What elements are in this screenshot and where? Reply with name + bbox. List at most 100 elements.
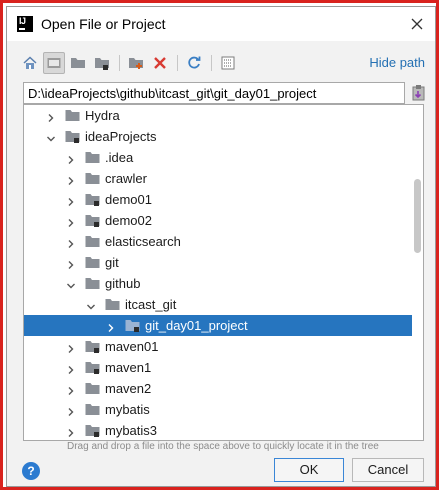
tree-item-label: github <box>105 276 141 291</box>
path-history-button[interactable] <box>411 84 427 102</box>
tree-item-label: maven2 <box>105 381 152 396</box>
tree-row[interactable]: maven01 <box>24 336 413 357</box>
desktop-button[interactable] <box>43 52 65 74</box>
folder-icon <box>85 172 100 185</box>
module-folder-icon <box>85 193 100 206</box>
chevron-right-icon[interactable] <box>66 363 76 374</box>
chevron-right-icon[interactable] <box>66 426 76 437</box>
tree-item-label: mybatis3 <box>105 423 158 438</box>
folder-icon <box>85 403 100 416</box>
folder-icon <box>85 382 100 395</box>
folder-icon <box>85 277 100 290</box>
chevron-right-icon[interactable] <box>46 111 56 122</box>
tree-item-label: demo01 <box>105 192 152 207</box>
app-icon-text: IJ <box>19 16 26 26</box>
tree-row[interactable]: git_day01_project <box>24 315 413 336</box>
tree-row[interactable]: git <box>24 252 413 273</box>
folder-icon <box>105 298 120 311</box>
tree-item-label: ideaProjects <box>85 129 157 144</box>
chevron-down-icon[interactable] <box>66 279 76 289</box>
hide-path-link[interactable]: Hide path <box>369 55 425 70</box>
cancel-button[interactable]: Cancel <box>352 458 424 482</box>
drag-drop-hint: Drag and drop a file into the space abov… <box>67 441 379 452</box>
project-folder-button[interactable] <box>67 52 89 74</box>
tree-row[interactable]: ideaProjects <box>24 126 413 147</box>
module-folder-button[interactable] <box>91 52 113 74</box>
home-icon <box>23 56 37 69</box>
tree-row[interactable]: itcast_git <box>24 294 413 315</box>
module-folder-icon <box>85 214 100 227</box>
toolbar: Hide path <box>19 52 425 74</box>
dialog-title: Open File or Project <box>41 16 166 32</box>
module-folder-icon <box>65 130 80 143</box>
screenshot-frame: IJ Open File or Project Hide path D:\ide… <box>0 0 439 490</box>
chevron-down-icon[interactable] <box>46 132 56 142</box>
tree-item-label: itcast_git <box>125 297 177 312</box>
module-folder-icon <box>95 58 109 70</box>
tree-row[interactable]: crawler <box>24 168 413 189</box>
delete-button[interactable] <box>149 52 171 74</box>
chevron-right-icon[interactable] <box>66 195 76 206</box>
scroll-thumb[interactable] <box>414 179 421 253</box>
ok-button[interactable]: OK <box>274 458 344 482</box>
chevron-right-icon[interactable] <box>66 174 76 185</box>
desktop-icon <box>47 58 61 68</box>
tree-item-label: git_day01_project <box>145 318 248 333</box>
tree-row[interactable]: elasticsearch <box>24 231 413 252</box>
show-hidden-button[interactable] <box>217 52 239 74</box>
folder-icon <box>85 151 100 164</box>
tree-row[interactable]: maven2 <box>24 378 413 399</box>
tree-row[interactable]: maven1 <box>24 357 413 378</box>
path-row <box>23 82 427 104</box>
tree-row[interactable]: Hydra <box>24 105 413 126</box>
tree-row[interactable]: .idea <box>24 147 413 168</box>
tree-row[interactable]: demo02 <box>24 210 413 231</box>
chevron-right-icon[interactable] <box>66 384 76 395</box>
open-file-dialog: IJ Open File or Project Hide path D:\ide… <box>6 6 436 487</box>
module-folder-icon <box>125 319 140 332</box>
tree-row[interactable]: mybatis <box>24 399 413 420</box>
tree-item-label: Hydra <box>85 108 120 123</box>
folder-icon <box>85 256 100 269</box>
close-button[interactable] <box>405 12 429 36</box>
refresh-icon <box>188 56 201 69</box>
close-icon <box>411 18 423 30</box>
tree-row[interactable]: mybatis3 <box>24 420 413 440</box>
new-folder-icon <box>129 58 143 69</box>
tree-item-label: demo02 <box>105 213 152 228</box>
tree-item-label: maven1 <box>105 360 152 375</box>
chevron-right-icon[interactable] <box>66 258 76 269</box>
chevron-right-icon[interactable] <box>66 216 76 227</box>
module-folder-icon <box>85 361 100 374</box>
module-folder-icon <box>85 424 100 437</box>
intellij-app-icon: IJ <box>17 16 33 32</box>
home-button[interactable] <box>19 52 41 74</box>
show-hidden-icon <box>221 56 235 70</box>
new-folder-button[interactable] <box>125 52 147 74</box>
module-folder-icon <box>85 340 100 353</box>
tree-item-label: git <box>105 255 119 270</box>
chevron-down-icon[interactable] <box>86 300 96 310</box>
tree-item-label: elasticsearch <box>105 234 181 249</box>
title-bar: IJ Open File or Project <box>7 7 435 41</box>
help-button[interactable]: ? <box>22 462 40 480</box>
chevron-right-icon[interactable] <box>66 153 76 164</box>
tree-scrollbar[interactable] <box>412 105 423 440</box>
chevron-right-icon[interactable] <box>66 342 76 353</box>
path-input[interactable] <box>23 82 405 104</box>
tree-row[interactable]: demo01 <box>24 189 413 210</box>
chevron-right-icon[interactable] <box>66 405 76 416</box>
refresh-button[interactable] <box>183 52 205 74</box>
delete-icon <box>154 57 166 69</box>
folder-icon <box>65 109 80 122</box>
project-folder-icon <box>71 58 85 68</box>
tree-item-label: maven01 <box>105 339 159 354</box>
clipboard-icon <box>412 85 425 101</box>
chevron-right-icon[interactable] <box>106 321 116 332</box>
tree-item-label: mybatis <box>105 402 150 417</box>
tree-row[interactable]: github <box>24 273 413 294</box>
file-tree[interactable]: mybatis3 mybatis maven2 maven1 maven01 git_da… <box>23 104 424 441</box>
chevron-right-icon[interactable] <box>66 237 76 248</box>
tree-item-label: .idea <box>105 150 134 165</box>
folder-icon <box>85 235 100 248</box>
